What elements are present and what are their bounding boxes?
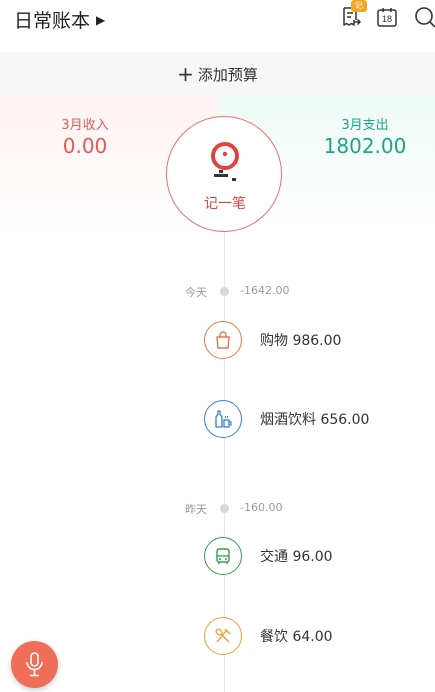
calendar-day: 18 [381,14,392,24]
transaction-entry[interactable]: 交通 96.00 [204,537,435,577]
transaction-text: 餐饮 64.00 [260,629,333,645]
day-total: -160.00 [240,501,283,514]
transaction-text: 交通 96.00 [260,549,333,565]
transaction-entry[interactable]: 餐饮 64.00 [204,617,435,657]
add-budget-button[interactable]: + 添加预算 [0,52,435,96]
calendar-button[interactable]: 18 [376,6,398,28]
timeline-dot [220,287,229,296]
search-button[interactable] [414,6,435,28]
bill-badge: 记 [351,0,367,12]
ledger-switcher[interactable]: 日常账本 ▶ [14,6,105,33]
record-entry-button[interactable]: 记一笔 [166,116,282,232]
transaction-text: 购物 986.00 [260,333,342,349]
day-label: 昨天 [185,503,207,516]
day-total: -1642.00 [240,284,290,297]
shopping-icon-circle [204,321,242,359]
caret-right-icon: ▶ [96,12,106,27]
transaction-entry[interactable]: 购物 986.00 [204,321,435,361]
income-label: 3月收入 [61,118,109,133]
day-label: 今天 [185,286,207,299]
top-header: 日常账本 ▶ 记 18 [0,0,435,44]
expense-value: 1802.00 [323,134,407,158]
day-header: 昨天 -160.00 [0,499,435,519]
plus-icon: + [177,62,194,86]
transaction-text: 烟酒饮料 656.00 [260,412,370,428]
add-budget-label: 添加预算 [197,65,258,84]
shopping-bag-icon [216,331,230,349]
day-header: 今天 -1642.00 [0,282,435,302]
ledger-page: 日常账本 ▶ 记 18 + 添加预算 3月收入 0.00 3月支出 1802.0… [0,0,435,692]
drink-bottle-icon [215,410,232,428]
dining-icon [215,628,231,643]
income-value: 0.00 [62,134,108,158]
microphone-icon [26,652,43,677]
voice-input-button[interactable] [11,641,58,688]
expense-label: 3月支出 [341,118,389,133]
bus-icon [216,548,230,564]
dining-icon-circle [204,617,242,655]
timeline-dot [220,504,229,513]
transport-icon-circle [204,537,242,575]
drink-icon-circle [204,400,242,438]
record-entry-label: 记一笔 [204,196,246,212]
transaction-entry[interactable]: 烟酒饮料 656.00 [204,400,435,440]
ledger-name: 日常账本 [14,10,91,32]
search-icon [415,7,435,28]
record-pen-icon [211,142,239,181]
bill-list-button[interactable]: 记 [340,0,367,28]
